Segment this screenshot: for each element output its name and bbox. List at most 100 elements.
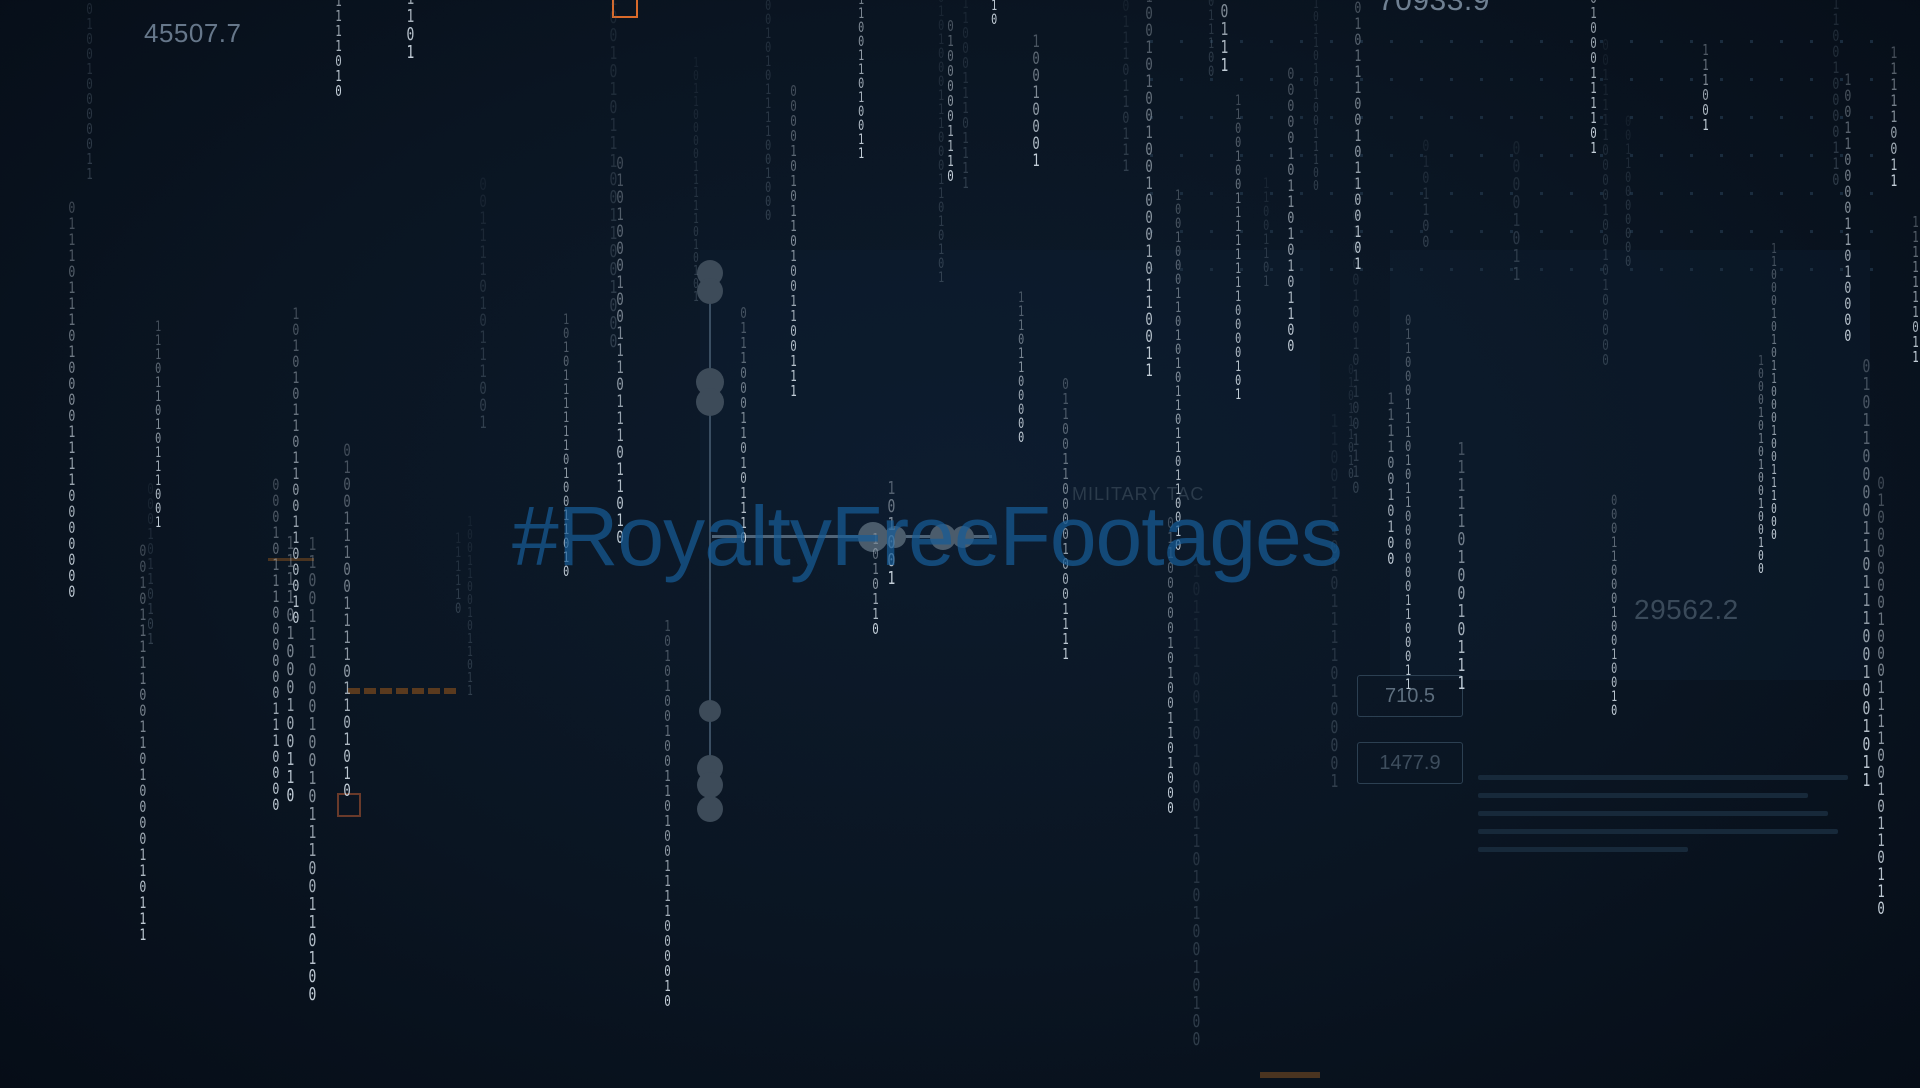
binary-stream: 10011000011010000 bbox=[1842, 72, 1854, 344]
binary-digit: 0 bbox=[937, 74, 945, 90]
binary-digit: 1 bbox=[1174, 468, 1182, 484]
binary-digit: 1 bbox=[1062, 645, 1070, 662]
binary-digit: 1 bbox=[1262, 246, 1270, 262]
binary-digit: 0 bbox=[1017, 332, 1025, 348]
binary-digit: 0 bbox=[1610, 521, 1618, 537]
binary-digit: 0 bbox=[1404, 369, 1412, 385]
binary-digit: 0 bbox=[857, 20, 865, 36]
binary-digit: 0 bbox=[1404, 635, 1412, 651]
binary-stream: 01111110010001000111101 bbox=[1588, 0, 1600, 156]
binary-digit: 1 bbox=[154, 375, 162, 391]
binary-digit: 1 bbox=[937, 172, 945, 188]
binary-digit: 0 bbox=[1174, 370, 1182, 386]
binary-digit: 1 bbox=[937, 242, 945, 258]
binary-digit: 0 bbox=[764, 138, 772, 154]
binary-stream: 0101100 bbox=[1420, 138, 1432, 250]
binary-digit: 1 bbox=[1404, 453, 1412, 469]
binary-digit: 1 bbox=[1404, 481, 1412, 497]
binary-digit: 1 bbox=[1174, 356, 1182, 372]
binary-digit: 1 bbox=[1207, 22, 1215, 38]
binary-stream: 01110110111 bbox=[1120, 0, 1132, 174]
binary-stream: 10101011011001100010 bbox=[290, 306, 302, 626]
binary-stream: 1111111011 bbox=[1910, 215, 1920, 365]
binary-digit: 0 bbox=[1234, 177, 1242, 193]
binary-digit: 0 bbox=[1404, 579, 1412, 595]
binary-digit: 0 bbox=[154, 403, 162, 419]
binary-digit: 0 bbox=[1352, 478, 1360, 496]
binary-stream: 10010001 bbox=[1030, 34, 1042, 170]
binary-digit: 0 bbox=[937, 200, 945, 216]
binary-digit: 0 bbox=[154, 487, 162, 503]
binary-digit: 1 bbox=[1354, 254, 1362, 272]
binary-digit: 0 bbox=[857, 34, 865, 50]
binary-digit: 0 bbox=[1404, 509, 1412, 525]
binary-digit: 0 bbox=[1624, 198, 1632, 214]
binary-digit: 0 bbox=[335, 82, 343, 99]
binary-digit: 1 bbox=[1174, 300, 1182, 316]
binary-digit: 1 bbox=[764, 110, 772, 126]
binary-digit: 1 bbox=[562, 438, 570, 454]
binary-digit: 0 bbox=[1624, 254, 1632, 269]
binary-stream: 10101001001101001111000010 bbox=[662, 619, 674, 1009]
binary-digit: 1 bbox=[1404, 425, 1412, 441]
binary-digit: 1 bbox=[1234, 289, 1242, 305]
binary-digit: 1 bbox=[790, 382, 798, 399]
binary-digit: 0 bbox=[1877, 899, 1885, 918]
binary-stream: 0110110110011010011 bbox=[855, 0, 867, 161]
binary-digit: 1 bbox=[1174, 398, 1182, 414]
binary-digit: 1 bbox=[1610, 689, 1618, 705]
binary-digit: 0 bbox=[937, 46, 945, 62]
binary-digit: 1 bbox=[1404, 593, 1412, 609]
binary-digit: 1 bbox=[454, 532, 462, 547]
binary-digit: 1 bbox=[1404, 397, 1412, 413]
binary-stream: 11001101 bbox=[1260, 177, 1272, 289]
binary-digit: 0 bbox=[1174, 216, 1182, 232]
binary-digit: 1 bbox=[467, 684, 473, 698]
binary-stream: 100100101101010011100 bbox=[1310, 0, 1322, 193]
binary-digit: 1 bbox=[1262, 177, 1270, 192]
binary-digit: 1 bbox=[1207, 8, 1215, 24]
binary-stream: 01000001110 bbox=[945, 19, 957, 184]
binary-digit: 1 bbox=[1610, 535, 1618, 551]
binary-digit: 1 bbox=[1234, 233, 1242, 249]
binary-digit: 1 bbox=[937, 186, 945, 202]
binary-digit: 0 bbox=[1610, 507, 1618, 523]
binary-digit: 0 bbox=[1234, 135, 1242, 151]
binary-digit: 1 bbox=[154, 515, 162, 530]
binary-digit: 0 bbox=[1758, 562, 1764, 576]
binary-digit: 0 bbox=[1404, 565, 1412, 581]
binary-stream: 01100001101 bbox=[404, 0, 416, 62]
binary-digit: 1 bbox=[406, 42, 414, 62]
binary-stream: 11110010100 bbox=[1385, 391, 1397, 567]
binary-digit: 1 bbox=[1234, 191, 1242, 207]
binary-digit: 1 bbox=[154, 459, 162, 475]
binary-digit: 1 bbox=[1017, 318, 1025, 334]
binary-digit: 0 bbox=[1404, 523, 1412, 539]
binary-digit: 1 bbox=[1512, 264, 1520, 284]
watermark-text: #RoyaltyFreeFootages bbox=[512, 489, 1343, 583]
binary-stream: 111001 bbox=[1700, 43, 1712, 133]
binary-digit: 1 bbox=[1404, 341, 1412, 357]
binary-digit: 0 bbox=[1234, 331, 1242, 347]
binary-digit: 0 bbox=[154, 361, 162, 377]
binary-stream: 111011010111001 bbox=[152, 320, 164, 530]
binary-digit: 0 bbox=[764, 208, 772, 223]
binary-digit: 0 bbox=[764, 12, 772, 28]
binary-digit: 0 bbox=[154, 501, 162, 517]
binary-digit: 0 bbox=[1610, 563, 1618, 579]
binary-digit: 0 bbox=[1404, 314, 1412, 329]
binary-digit: 1 bbox=[562, 410, 570, 426]
binary-stream: 100111 bbox=[1218, 0, 1230, 75]
binary-digit: 0 bbox=[1234, 373, 1242, 389]
binary-digit: 1 bbox=[1404, 607, 1412, 623]
binary-digit: 1 bbox=[1032, 151, 1040, 170]
binary-digit: 0 bbox=[1610, 494, 1618, 509]
binary-digit: 1 bbox=[154, 389, 162, 405]
binary-digit: 0 bbox=[664, 992, 672, 1009]
binary-stream: 000010101101001100111 bbox=[788, 84, 800, 399]
binary-digit: 0 bbox=[937, 158, 945, 174]
binary-digit: 0 bbox=[1017, 388, 1025, 404]
binary-digit: 1 bbox=[764, 82, 772, 98]
binary-digit: 1 bbox=[857, 146, 865, 161]
binary-stream: 111110 bbox=[452, 532, 464, 616]
